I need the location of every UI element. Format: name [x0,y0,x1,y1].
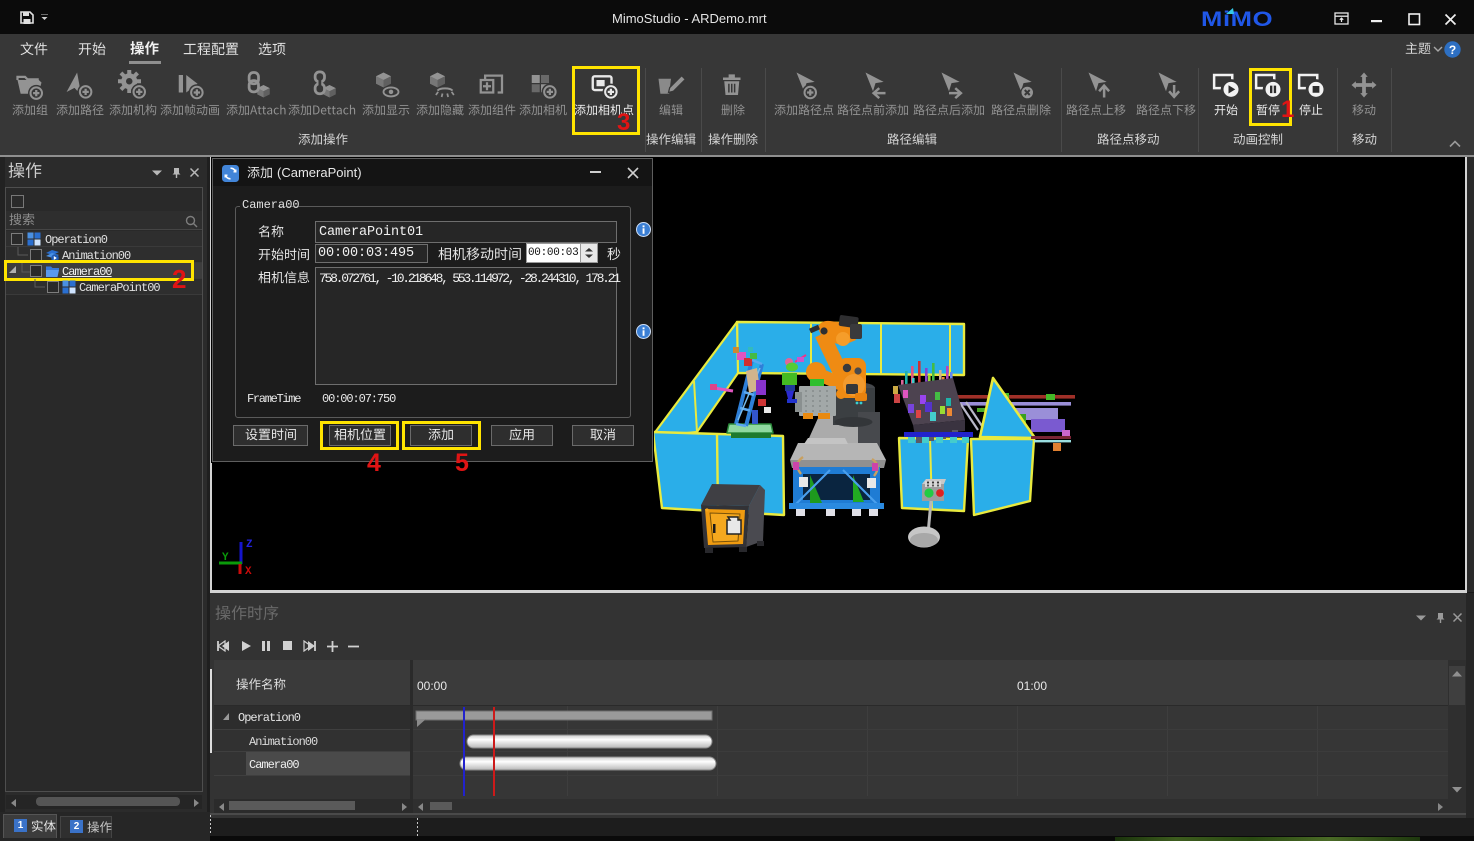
svg-text:Y: Y [222,552,229,564]
svg-text:?: ? [1449,43,1456,57]
svg-text:Z: Z [246,539,253,551]
svg-text:X: X [245,566,252,578]
